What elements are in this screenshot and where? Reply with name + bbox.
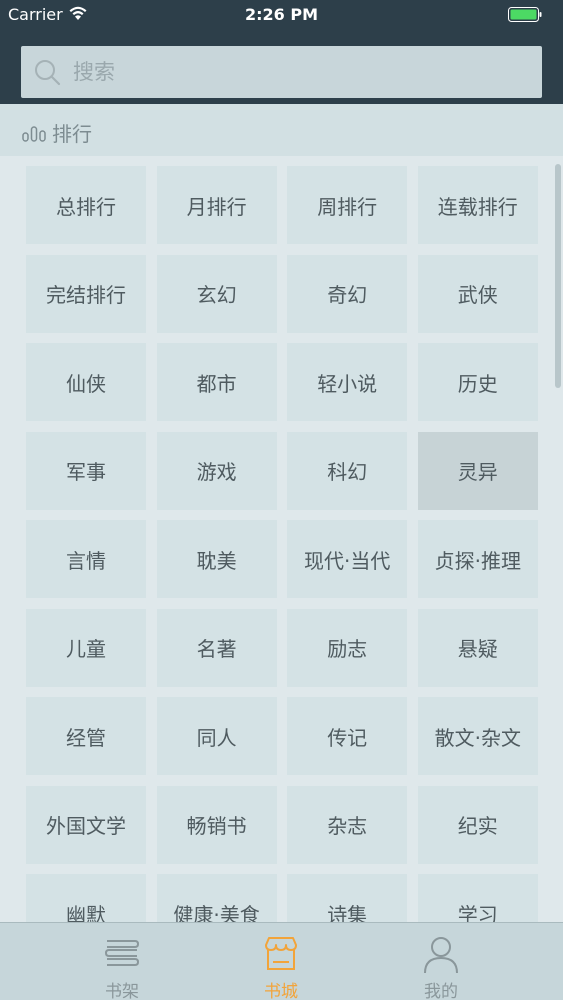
- category-cell[interactable]: 畅销书: [156, 785, 277, 864]
- tab-label: 书城: [264, 982, 298, 1000]
- tab-bookshelf[interactable]: 书架: [62, 923, 182, 1000]
- category-grid-area[interactable]: 总排行 月排行 周排行 连载排行 完结排行 玄幻 奇幻 武侠 仙侠 都市 轻小说…: [0, 156, 563, 922]
- category-cell[interactable]: 都市: [156, 343, 277, 421]
- category-cell[interactable]: 外国文学: [26, 785, 146, 864]
- app-header: Carrier 2:26 PM: [0, 0, 563, 104]
- category-cell[interactable]: 励志: [287, 608, 408, 687]
- vertical-scrollbar[interactable]: [555, 164, 561, 388]
- category-cell[interactable]: 游戏: [156, 431, 277, 510]
- tab-bar: 书架 书城 我的: [0, 922, 563, 1000]
- category-cell[interactable]: 历史: [417, 343, 538, 421]
- category-cell-selected[interactable]: 灵异: [417, 431, 538, 510]
- category-cell[interactable]: 杂志: [287, 785, 408, 864]
- category-cell[interactable]: 经管: [26, 697, 146, 775]
- category-cell[interactable]: 纪实: [417, 785, 538, 864]
- category-cell[interactable]: 言情: [26, 520, 146, 598]
- tab-profile[interactable]: 我的: [381, 923, 501, 1000]
- category-grid: 总排行 月排行 周排行 连载排行 完结排行 玄幻 奇幻 武侠 仙侠 都市 轻小说…: [26, 166, 538, 922]
- category-cell[interactable]: 仙侠: [26, 343, 146, 421]
- category-cell[interactable]: 玄幻: [156, 254, 277, 333]
- category-cell[interactable]: 轻小说: [287, 343, 408, 421]
- category-cell[interactable]: 月排行: [156, 166, 277, 244]
- category-cell[interactable]: 现代·当代: [287, 520, 408, 598]
- bookshelf-icon: [104, 940, 140, 966]
- tab-label: 我的: [424, 982, 458, 1000]
- category-cell[interactable]: 军事: [26, 431, 146, 510]
- category-cell[interactable]: 总排行: [26, 166, 146, 244]
- category-cell[interactable]: 周排行: [287, 166, 408, 244]
- category-cell[interactable]: 贞探·推理: [417, 520, 538, 598]
- bar-chart-icon: [22, 126, 46, 142]
- category-cell[interactable]: 连载排行: [417, 166, 538, 244]
- category-cell[interactable]: 幽默: [26, 874, 146, 922]
- section-title: 排行: [52, 122, 92, 146]
- search-input[interactable]: [73, 46, 533, 98]
- ranking-section-header: 排行: [0, 104, 563, 156]
- status-bar: Carrier 2:26 PM: [0, 0, 563, 30]
- search-box[interactable]: [21, 46, 542, 98]
- profile-icon: [424, 937, 458, 974]
- category-cell[interactable]: 悬疑: [417, 608, 538, 687]
- category-cell[interactable]: 同人: [156, 697, 277, 775]
- category-cell[interactable]: 科幻: [287, 431, 408, 510]
- category-cell[interactable]: 散文·杂文: [417, 697, 538, 775]
- battery-icon: [508, 7, 542, 22]
- category-cell[interactable]: 学习: [417, 874, 538, 922]
- category-cell[interactable]: 名著: [156, 608, 277, 687]
- category-cell[interactable]: 诗集: [287, 874, 408, 922]
- search-icon: [35, 60, 61, 86]
- category-cell[interactable]: 武侠: [417, 254, 538, 333]
- status-time: 2:26 PM: [244, 5, 318, 24]
- category-cell[interactable]: 完结排行: [26, 254, 146, 333]
- category-cell[interactable]: 传记: [287, 697, 408, 775]
- category-cell[interactable]: 健康·美食: [156, 874, 277, 922]
- category-cell[interactable]: 耽美: [156, 520, 277, 598]
- tab-label: 书架: [105, 982, 139, 1000]
- bookstore-icon: [265, 937, 297, 970]
- category-cell[interactable]: 儿童: [26, 608, 146, 687]
- tab-bookstore[interactable]: 书城: [221, 923, 341, 1000]
- category-cell[interactable]: 奇幻: [287, 254, 408, 333]
